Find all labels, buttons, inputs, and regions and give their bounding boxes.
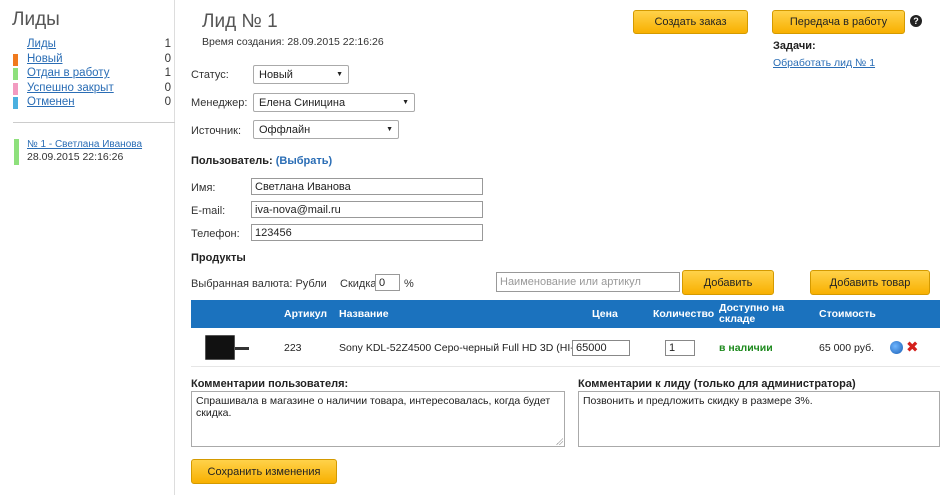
name-input[interactable]: Светлана Иванова bbox=[251, 178, 483, 195]
admin-comments-textarea[interactable]: Позвонить и предложить скидку в размере … bbox=[578, 391, 940, 447]
sidebar-divider bbox=[13, 122, 175, 123]
col-price: Цена bbox=[592, 307, 618, 320]
dropdown-arrow-icon: ▼ bbox=[336, 71, 343, 78]
products-table: Артикул Название Цена Количество Доступн… bbox=[191, 300, 940, 367]
status-link-closed[interactable]: Успешно закрыт bbox=[13, 82, 114, 95]
status-link-in-work[interactable]: Отдан в работу bbox=[13, 67, 109, 81]
status-row-all: Лиды 1 bbox=[13, 37, 171, 52]
transfer-to-work-button[interactable]: Передача в работу bbox=[772, 10, 905, 34]
status-link-new[interactable]: Новый bbox=[13, 53, 63, 66]
source-select[interactable]: Оффлайн ▼ bbox=[253, 120, 399, 139]
status-link-canceled[interactable]: Отменен bbox=[13, 96, 75, 110]
status-row-closed: Успешно закрыт 0 bbox=[13, 81, 171, 96]
help-icon[interactable]: ? bbox=[910, 15, 922, 27]
product-image bbox=[205, 328, 249, 367]
user-section-title: Пользователь: (Выбрать) bbox=[191, 155, 332, 167]
qty-input[interactable]: 1 bbox=[665, 339, 695, 356]
col-stock-line2: складе bbox=[719, 313, 756, 325]
manager-label: Менеджер: bbox=[191, 97, 248, 109]
status-count: 1 bbox=[164, 38, 171, 51]
status-count: 0 bbox=[164, 52, 171, 65]
discount-input[interactable]: 0 bbox=[375, 274, 400, 291]
col-cost: Стоимость bbox=[819, 307, 876, 320]
sidebar: Лиды Лиды 1 Новый 0 Отдан в работу 1 Усп… bbox=[0, 0, 175, 495]
user-comments-textarea[interactable]: Спрашивала в магазине о наличии товара, … bbox=[191, 391, 565, 447]
add-button[interactable]: Добавить bbox=[682, 270, 774, 295]
sidebar-lead-link[interactable]: № 1 - Светлана Иванова bbox=[27, 139, 142, 151]
discount-label: Скидка: bbox=[340, 278, 380, 290]
sidebar-title: Лиды bbox=[12, 9, 60, 30]
sidebar-lead-item: № 1 - Светлана Иванова 28.09.2015 22:16:… bbox=[14, 139, 142, 165]
percent-sign: % bbox=[404, 278, 414, 290]
currency-text: Выбранная валюта: Рубли bbox=[191, 278, 327, 290]
task-link[interactable]: Обработать лид № 1 bbox=[773, 57, 875, 69]
cell-sku: 223 bbox=[284, 341, 302, 354]
sidebar-lead-date: 28.09.2015 22:16:26 bbox=[27, 151, 124, 163]
save-changes-button[interactable]: Сохранить изменения bbox=[191, 459, 337, 484]
email-input[interactable]: iva-nova@mail.ru bbox=[251, 201, 483, 218]
source-label: Источник: bbox=[191, 125, 242, 137]
col-stock: Доступно на складе bbox=[719, 300, 784, 328]
source-select-value: Оффлайн bbox=[259, 123, 311, 136]
cell-cost: 65 000 руб. bbox=[819, 341, 875, 354]
manager-select[interactable]: Елена Синицина ▼ bbox=[253, 93, 415, 112]
price-input[interactable]: 65000 bbox=[572, 339, 630, 356]
dropdown-arrow-icon: ▼ bbox=[386, 126, 393, 133]
refresh-icon[interactable] bbox=[890, 341, 903, 354]
phone-input[interactable]: 123456 bbox=[251, 224, 483, 241]
table-header: Артикул Название Цена Количество Доступн… bbox=[191, 300, 940, 328]
status-color-bar bbox=[13, 68, 18, 81]
add-product-button[interactable]: Добавить товар bbox=[810, 270, 930, 295]
status-count: 1 bbox=[164, 67, 171, 80]
cell-name: Sony KDL-52Z4500 Серо-черный Full HD 3D … bbox=[339, 341, 587, 354]
col-sku: Артикул bbox=[284, 307, 328, 320]
create-order-button[interactable]: Создать заказ bbox=[633, 10, 748, 34]
cell-stock: в наличии bbox=[719, 341, 773, 354]
user-comments-text: Спрашивала в магазине о наличии товара, … bbox=[196, 395, 551, 419]
dropdown-arrow-icon: ▼ bbox=[402, 99, 409, 106]
status-color-bar bbox=[13, 82, 18, 95]
col-name: Название bbox=[339, 307, 389, 320]
admin-comments-text: Позвонить и предложить скидку в размере … bbox=[583, 395, 813, 407]
products-section-title: Продукты bbox=[191, 252, 246, 264]
status-color-bar bbox=[13, 53, 18, 66]
page-title: Лид № 1 bbox=[202, 11, 278, 32]
status-count: 0 bbox=[164, 81, 171, 94]
created-time: Время создания: 28.09.2015 22:16:26 bbox=[202, 36, 384, 48]
status-list: Лиды 1 Новый 0 Отдан в работу 1 Успешно … bbox=[13, 37, 171, 110]
status-row-new: Новый 0 bbox=[13, 52, 171, 67]
tasks-label: Задачи: bbox=[773, 40, 816, 52]
delete-icon[interactable]: ✖ bbox=[906, 340, 919, 355]
status-link-all[interactable]: Лиды bbox=[13, 38, 56, 50]
col-qty: Количество bbox=[653, 307, 715, 320]
user-comments-label: Комментарии пользователя: bbox=[191, 378, 349, 390]
manager-select-value: Елена Синицина bbox=[259, 96, 346, 109]
table-row: 223 Sony KDL-52Z4500 Серо-черный Full HD… bbox=[191, 328, 940, 367]
status-label: Статус: bbox=[191, 69, 229, 81]
status-row-in-work: Отдан в работу 1 bbox=[13, 66, 171, 81]
name-label: Имя: bbox=[191, 182, 216, 194]
email-label: E-mail: bbox=[191, 205, 226, 217]
product-search-input[interactable]: Наименование или артикул bbox=[496, 272, 680, 292]
status-select[interactable]: Новый ▼ bbox=[253, 65, 349, 84]
phone-label: Телефон: bbox=[191, 228, 240, 240]
resize-grip-icon[interactable] bbox=[556, 438, 563, 445]
status-select-value: Новый bbox=[259, 68, 293, 81]
admin-comments-label: Комментарии к лиду (только для администр… bbox=[578, 378, 856, 390]
user-section-label: Пользователь: bbox=[191, 155, 273, 167]
choose-user-link[interactable]: (Выбрать) bbox=[276, 155, 332, 167]
status-count: 0 bbox=[164, 96, 171, 109]
status-color-bar bbox=[13, 97, 18, 110]
status-row-canceled: Отменен 0 bbox=[13, 95, 171, 110]
